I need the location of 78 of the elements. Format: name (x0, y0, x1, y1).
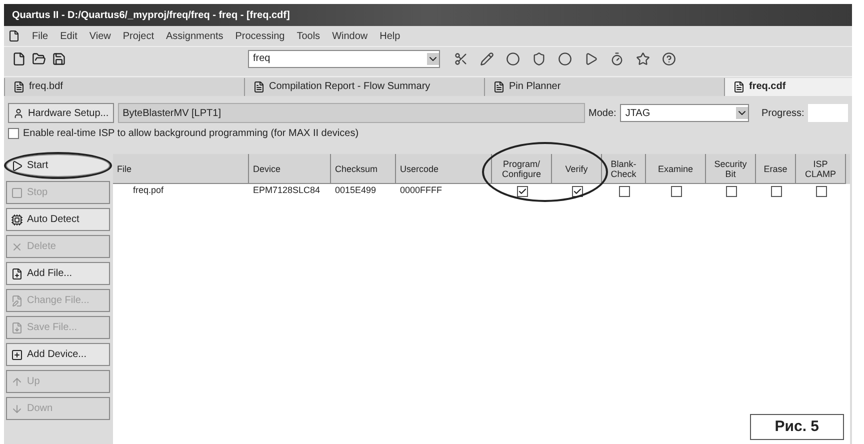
dropdown-icon (427, 52, 439, 64)
column-header[interactable]: Usercode (396, 154, 492, 184)
isp-option-label: Enable real-time ISP to allow background programming (for MAX II devices) (23, 126, 359, 140)
menu-item[interactable]: Processing (235, 28, 285, 44)
menu-item[interactable]: Assignments (166, 28, 224, 44)
up-arrow-icon (11, 376, 23, 388)
table-checkbox[interactable] (726, 186, 736, 196)
chip-icon (11, 214, 23, 226)
file-edit-icon (11, 294, 23, 306)
play-icon (11, 160, 23, 172)
document-tab[interactable]: freq.cdf (724, 78, 852, 96)
table-checkbox[interactable] (670, 186, 682, 196)
hardware-device-field: ByteBlasterMV [LPT1] (118, 103, 585, 123)
column-header[interactable]: Security Bit (706, 154, 756, 184)
menu-item[interactable]: View (89, 28, 111, 44)
document-icon (8, 30, 20, 42)
table-checkbox[interactable] (572, 186, 582, 196)
menu-item[interactable]: File (32, 28, 48, 44)
save-icon[interactable] (52, 52, 66, 66)
project-combo[interactable]: freq (248, 50, 440, 68)
column-header[interactable]: Erase (756, 154, 796, 184)
file-save-icon (11, 322, 23, 334)
shield-icon[interactable] (532, 52, 546, 66)
play-icon[interactable] (584, 52, 598, 66)
table-checkbox[interactable] (816, 186, 826, 196)
file-icon (13, 80, 25, 92)
column-header[interactable]: Blank-Check (602, 154, 646, 184)
new-file-icon[interactable] (12, 52, 26, 66)
progress-label: Progress: (761, 106, 804, 120)
table-checkbox[interactable] (770, 186, 782, 196)
circle-icon[interactable] (506, 52, 520, 66)
column-header[interactable]: Verify (552, 154, 602, 184)
column-header[interactable]: Examine (646, 154, 706, 184)
column-header[interactable]: File (113, 154, 249, 184)
pencil-icon[interactable] (480, 52, 494, 66)
isp-checkbox[interactable] (8, 128, 19, 138)
menu-item[interactable]: Edit (60, 28, 78, 44)
dropdown-icon (736, 107, 748, 119)
file-icon (493, 80, 505, 92)
plus-icon (11, 348, 23, 360)
table-cell-text: 0015E499 (334, 184, 378, 198)
timer-icon[interactable] (610, 52, 624, 66)
column-header[interactable]: ISP CLAMP (796, 154, 846, 184)
table-checkbox[interactable] (618, 186, 630, 196)
action-button[interactable]: Start (6, 154, 110, 177)
table-checkbox[interactable] (516, 186, 528, 196)
menu-item[interactable]: Help (380, 28, 400, 44)
stop-icon (11, 186, 23, 198)
menu-item[interactable]: Window (332, 28, 368, 44)
help-icon[interactable] (662, 52, 676, 66)
file-icon (733, 80, 745, 92)
menu-item[interactable]: Project (122, 28, 154, 44)
document-tab[interactable]: Pin Planner (484, 78, 724, 96)
document-tab[interactable]: freq.bdf (4, 78, 244, 96)
user-icon (13, 108, 24, 118)
mode-label: Mode: (588, 106, 616, 120)
table-cell-text: EPM7128SLC84 (252, 184, 322, 198)
star-icon[interactable] (636, 52, 650, 66)
folder-icon[interactable] (32, 52, 46, 66)
column-header[interactable]: Program/ Configure (492, 154, 552, 184)
table-cell-text: 0000FFFF (399, 184, 444, 198)
window-title: Quartus II - D:/Quartus6/_myproj/freq/freq - freq - [freq.cdf] (12, 8, 290, 22)
circle-icon[interactable] (558, 52, 572, 66)
column-header[interactable]: Checksum (331, 154, 396, 184)
figure-caption: Рис. 5 (750, 414, 844, 440)
down-arrow-icon (11, 402, 23, 414)
table-cell-text: freq.pof (132, 184, 165, 198)
action-button[interactable]: Add File... (6, 262, 110, 285)
menu-item[interactable]: Tools (296, 28, 320, 44)
document-tab[interactable]: Compilation Report - Flow Summary (244, 78, 484, 96)
mode-select[interactable]: JTAG (620, 104, 750, 122)
action-button[interactable]: Auto Detect (6, 208, 110, 231)
file-icon (253, 80, 265, 92)
column-header[interactable]: Device (249, 154, 331, 184)
file-plus-icon (11, 268, 23, 280)
close-icon (11, 240, 23, 252)
action-button[interactable]: Add Device... (6, 343, 110, 366)
hardware-setup-button[interactable]: Hardware Setup... (8, 103, 114, 123)
